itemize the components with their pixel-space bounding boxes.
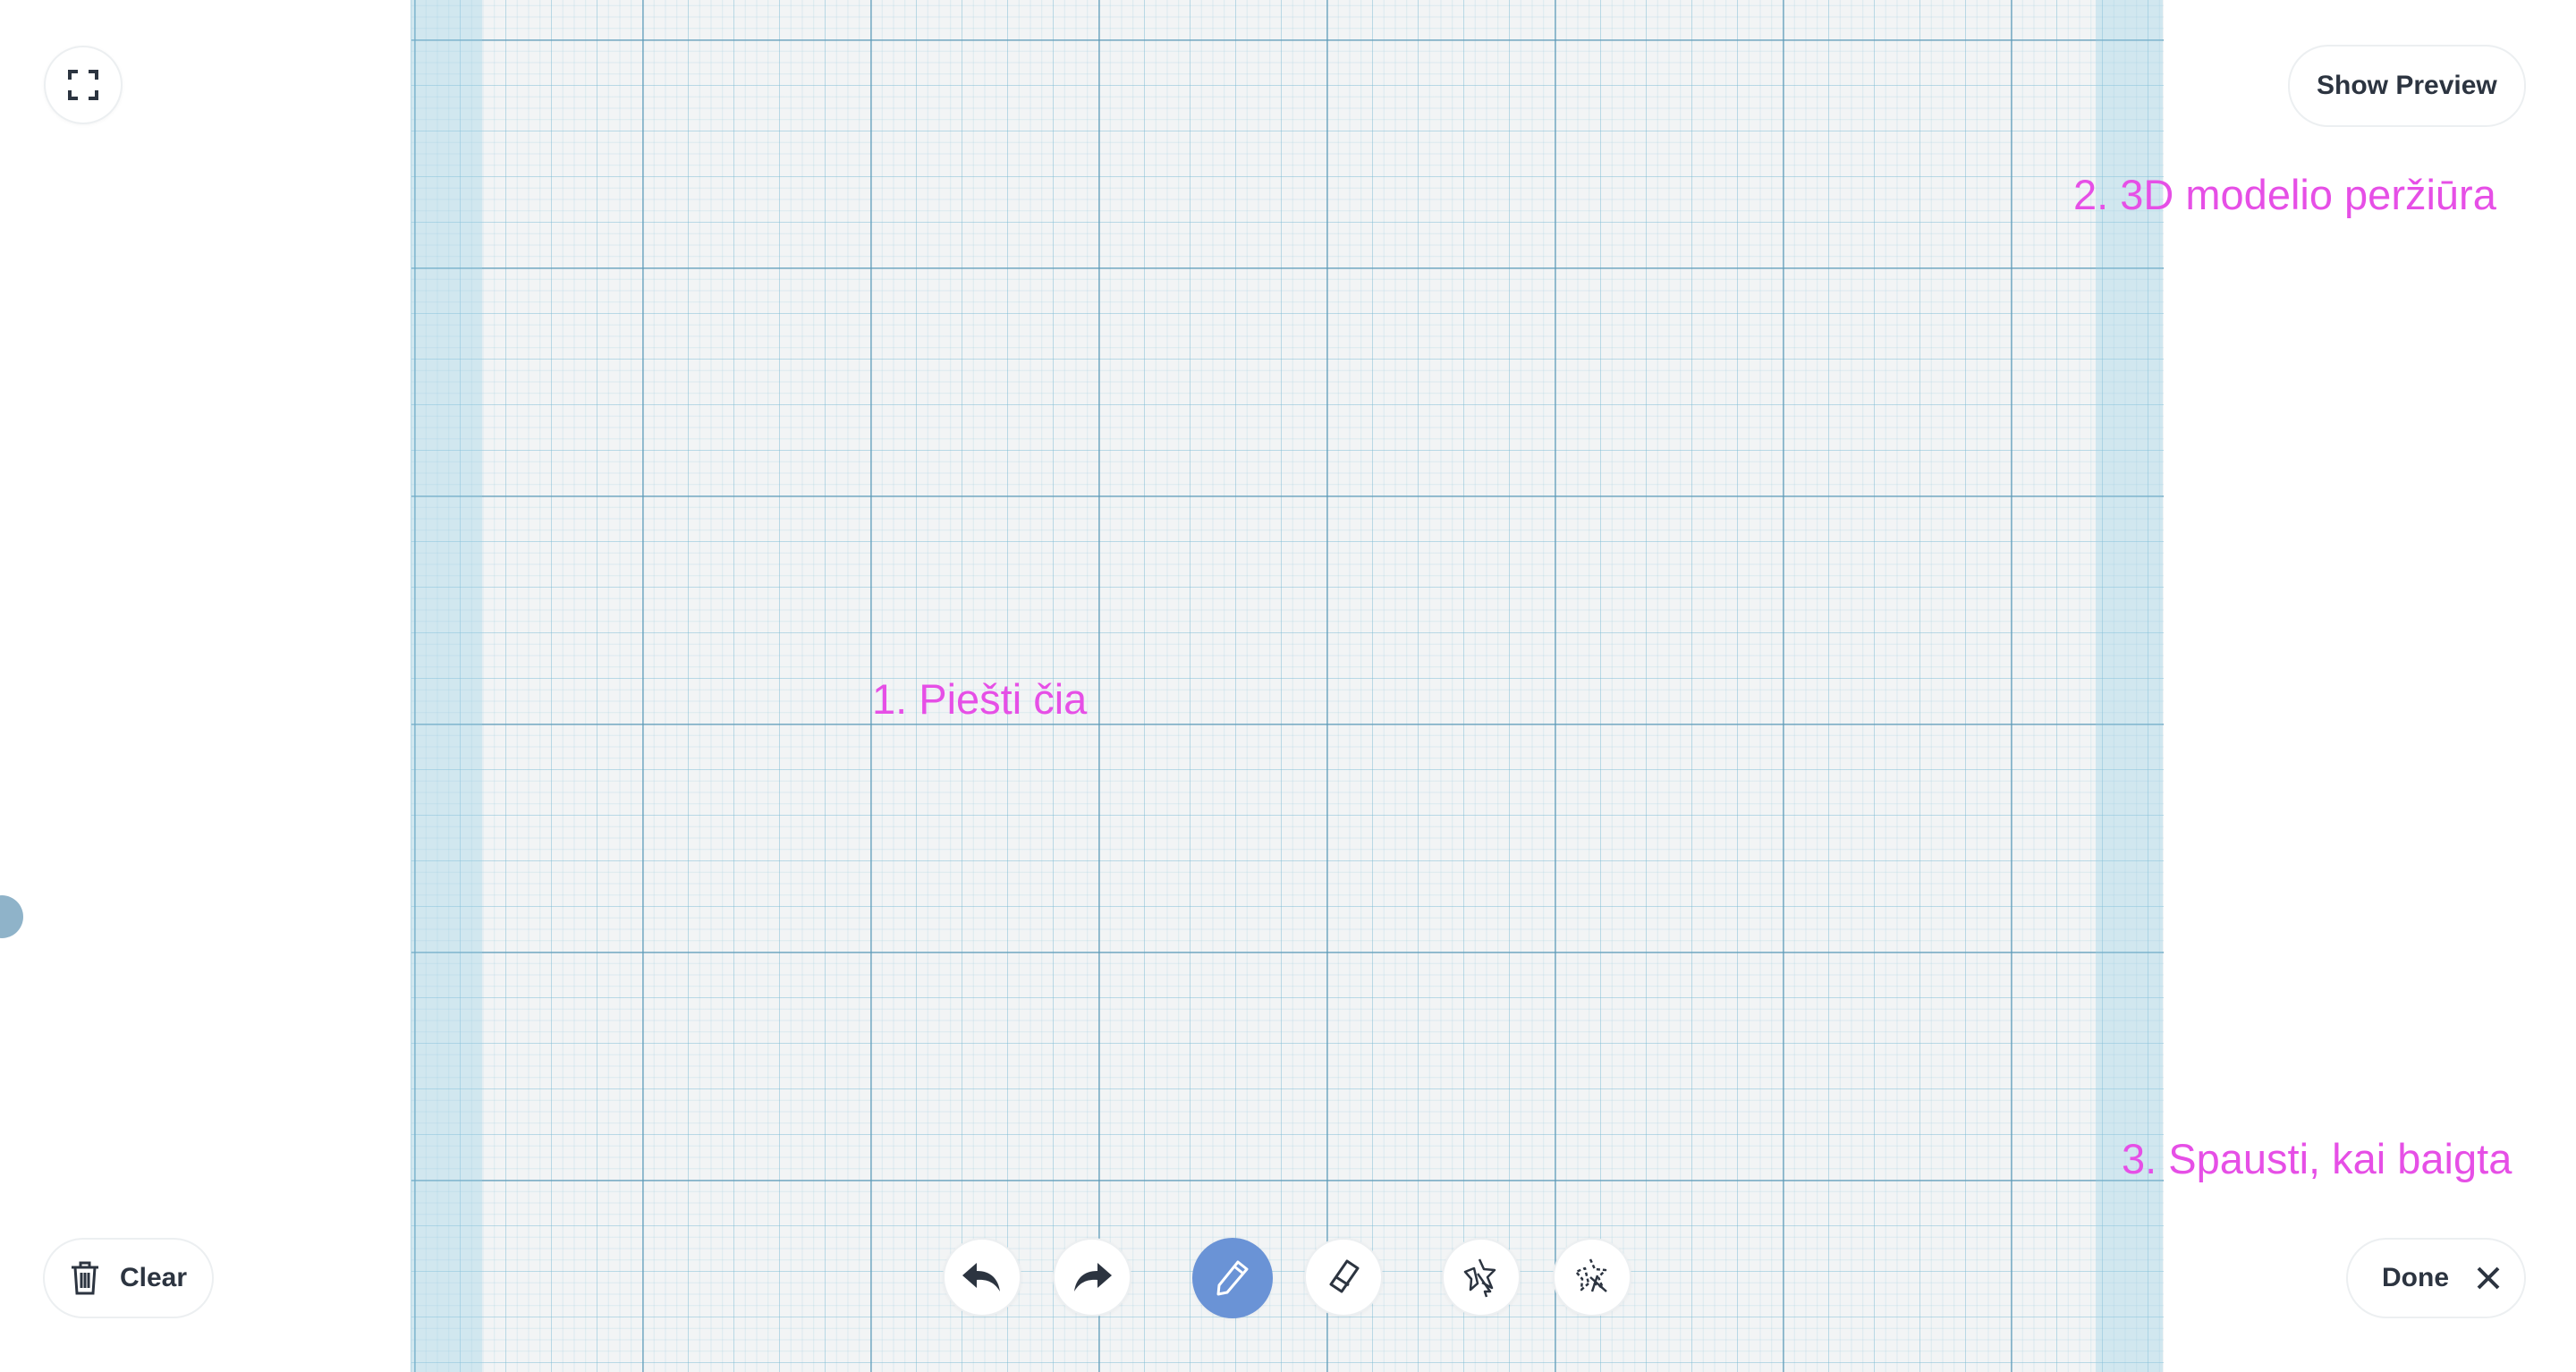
redo-button[interactable] [1053, 1238, 1131, 1317]
canvas-left-margin [411, 0, 482, 1372]
fullscreen-button[interactable] [44, 46, 123, 124]
show-preview-button[interactable]: Show Preview [2288, 45, 2526, 127]
annotation-press-when-done: 3. Spausti, kai baigta [2122, 1135, 2512, 1182]
close-icon [2477, 1266, 2500, 1290]
magic-eraser-icon [1574, 1258, 1607, 1292]
magic-pointer-icon [1463, 1258, 1496, 1298]
pencil-icon [1216, 1260, 1249, 1296]
side-panel-handle[interactable] [0, 895, 23, 938]
annotation-3d-preview: 2. 3D modelio peržiūra [2073, 171, 2496, 218]
show-preview-label: Show Preview [2317, 71, 2497, 100]
clear-button[interactable]: Clear [43, 1238, 215, 1318]
magic-pointer-tool-button[interactable] [1442, 1238, 1521, 1317]
pencil-tool-button[interactable] [1192, 1238, 1273, 1318]
magic-eraser-tool-button[interactable] [1553, 1238, 1631, 1317]
done-label: Done [2382, 1263, 2449, 1292]
annotation-draw-here: 1. Piešti čia [872, 675, 1088, 723]
done-button[interactable]: Done [2346, 1238, 2526, 1318]
undo-button[interactable] [943, 1238, 1021, 1317]
drawing-canvas[interactable] [411, 0, 2164, 1372]
trash-icon [72, 1261, 98, 1295]
undo-icon [962, 1263, 1000, 1292]
eraser-icon [1329, 1259, 1360, 1293]
fullscreen-icon [68, 70, 98, 100]
clear-label: Clear [120, 1263, 188, 1292]
redo-icon [1074, 1263, 1112, 1292]
eraser-tool-button[interactable] [1304, 1238, 1383, 1317]
